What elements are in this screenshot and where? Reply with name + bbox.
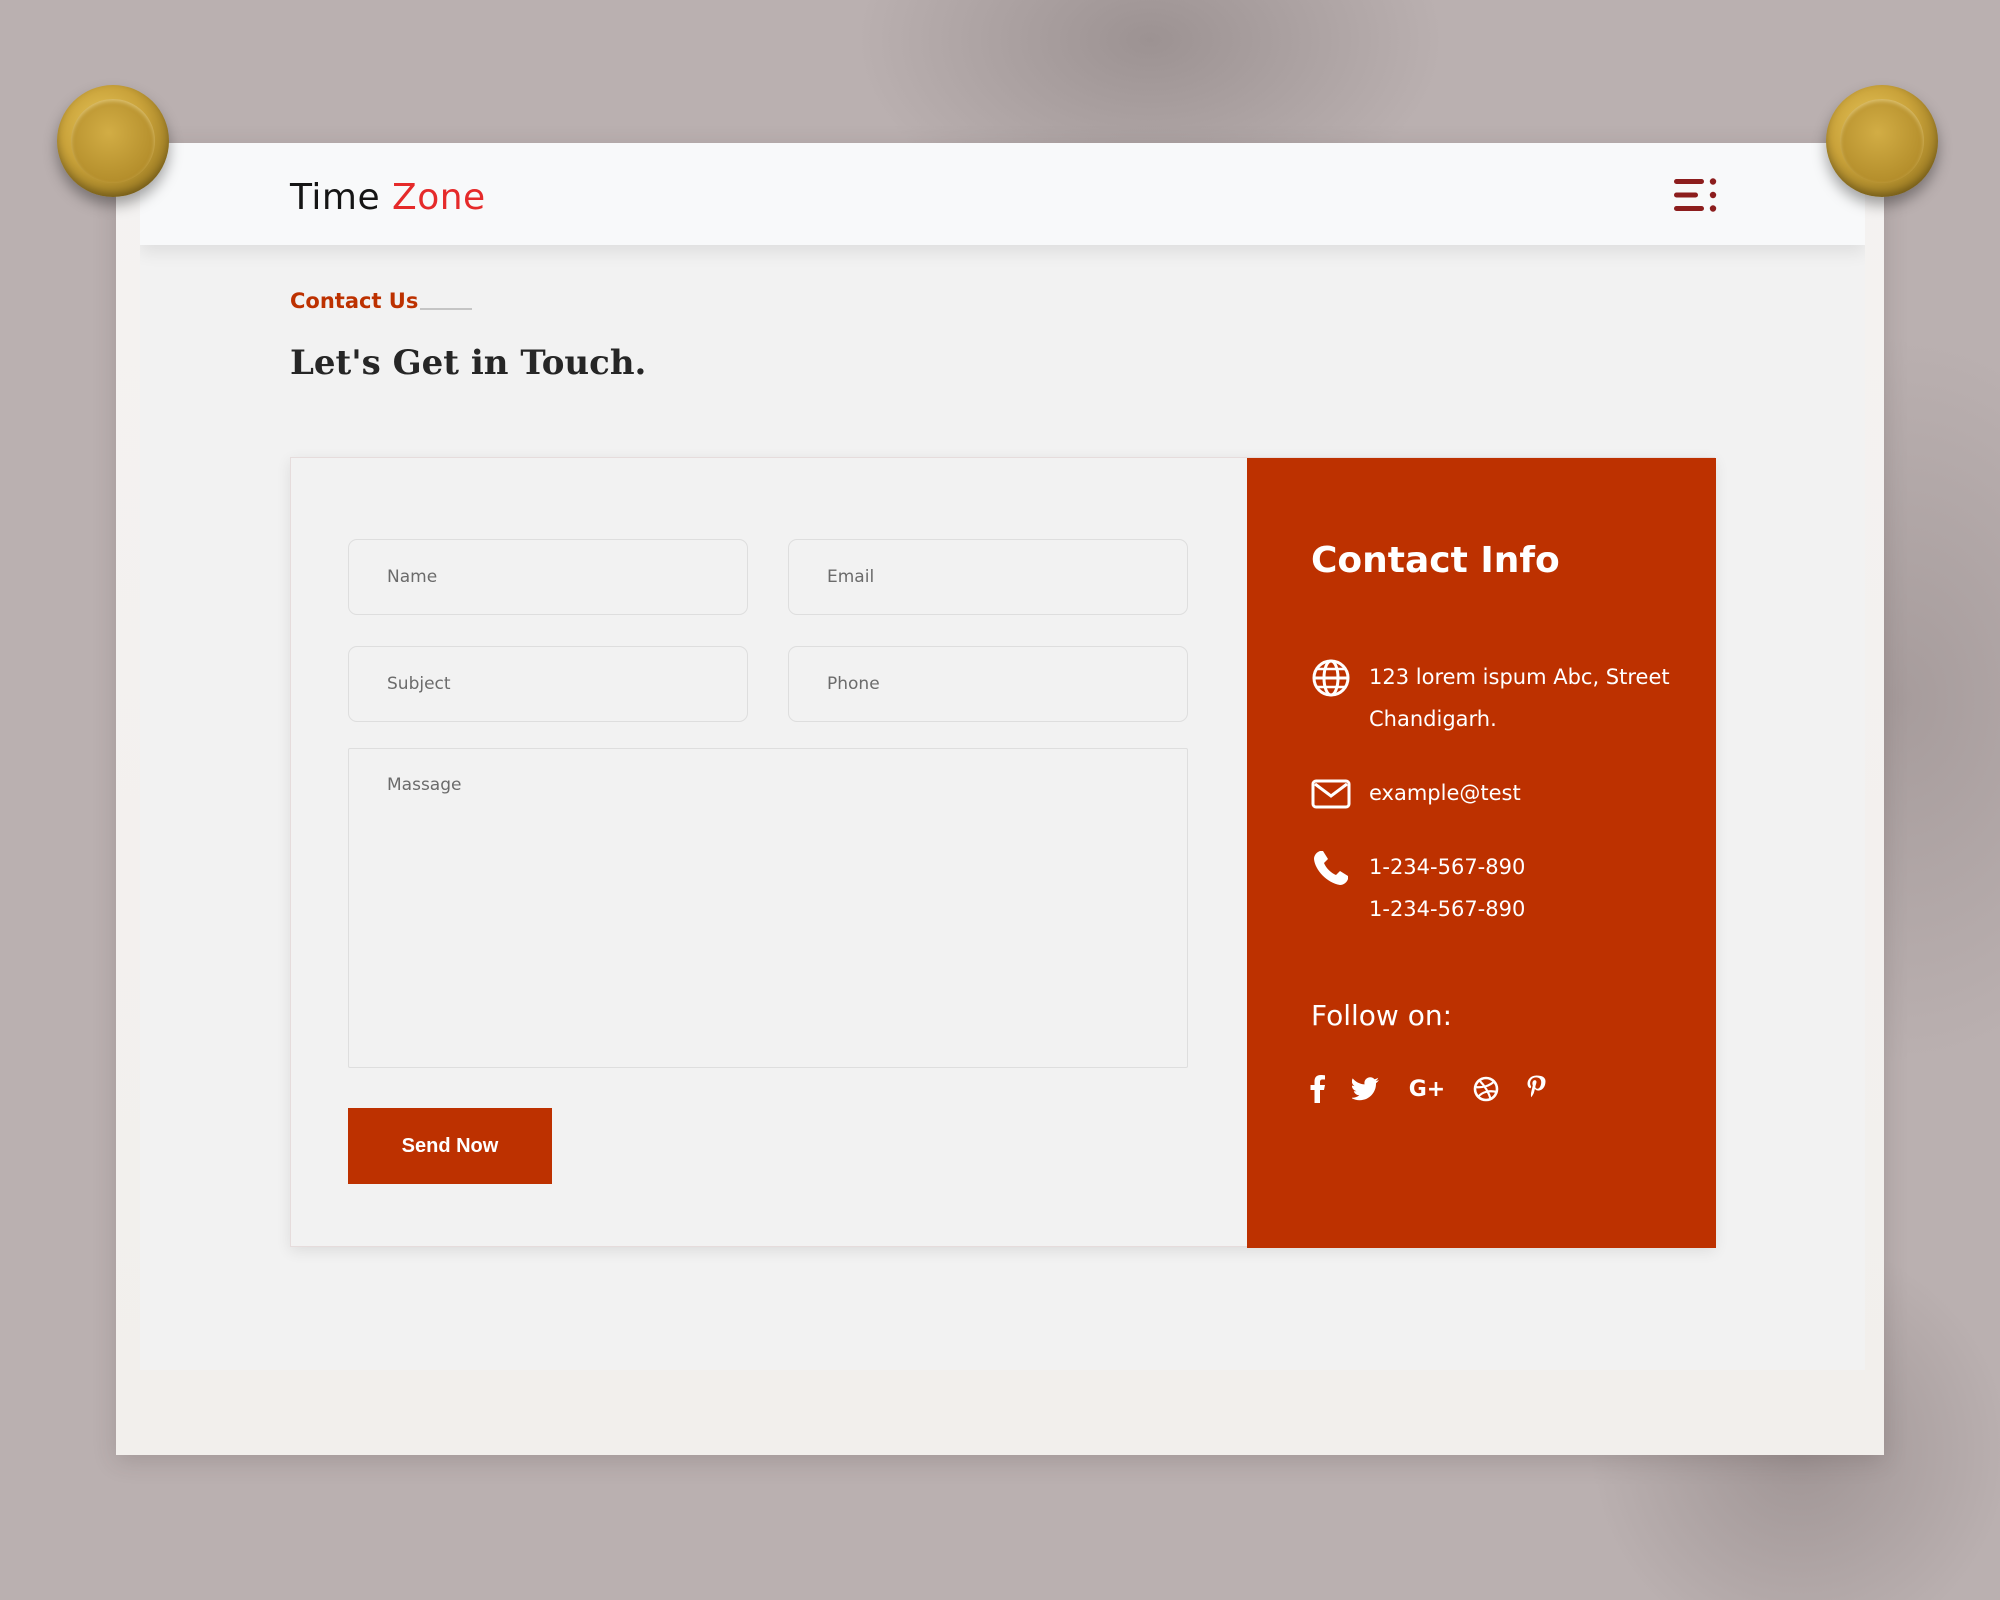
contact-info-panel: Contact Info 123 lorem ispum Abc, Street… bbox=[1247, 458, 1716, 1248]
envelope-icon bbox=[1311, 779, 1351, 809]
facebook-icon[interactable] bbox=[1307, 1072, 1329, 1106]
phone-text: 1-234-567-890 1-234-567-890 bbox=[1369, 846, 1525, 930]
email-text[interactable]: example@test bbox=[1369, 772, 1521, 814]
email-value[interactable]: example@test bbox=[1369, 772, 1521, 814]
phone-2[interactable]: 1-234-567-890 bbox=[1369, 888, 1525, 930]
contact-card: Send Now Contact Info 123 lorem ispum Ab… bbox=[290, 457, 1716, 1248]
phone-input[interactable] bbox=[788, 646, 1188, 722]
phone-1[interactable]: 1-234-567-890 bbox=[1369, 846, 1525, 888]
navbar: Time Zone bbox=[140, 143, 1865, 245]
gold-pin-left bbox=[57, 85, 169, 197]
message-textarea[interactable] bbox=[348, 748, 1188, 1068]
logo-word-time: Time bbox=[290, 177, 393, 218]
subject-input[interactable] bbox=[348, 646, 748, 722]
logo-word-zone: Zone bbox=[392, 177, 486, 218]
twitter-icon[interactable] bbox=[1351, 1072, 1381, 1106]
email-input[interactable] bbox=[788, 539, 1188, 615]
globe-icon bbox=[1312, 659, 1350, 697]
send-now-button[interactable]: Send Now bbox=[348, 1108, 552, 1184]
section-label: Contact Us bbox=[290, 289, 419, 313]
section-label-divider bbox=[420, 308, 472, 310]
pinterest-icon[interactable] bbox=[1523, 1072, 1549, 1106]
follow-on-title: Follow on: bbox=[1311, 999, 1453, 1032]
website-screen: Time Zone Contact Us Let's Get in Touch.… bbox=[140, 143, 1865, 1370]
address-text: 123 lorem ispum Abc, Street Chandigarh. bbox=[1369, 656, 1670, 740]
name-input[interactable] bbox=[348, 539, 748, 615]
address-line1: 123 lorem ispum Abc, Street bbox=[1369, 665, 1670, 689]
hamburger-menu-icon[interactable] bbox=[1674, 177, 1718, 213]
gold-pin-right bbox=[1826, 85, 1938, 197]
phone-icon bbox=[1314, 851, 1348, 885]
brand-logo[interactable]: Time Zone bbox=[290, 177, 486, 218]
google-plus-icon[interactable]: G+ bbox=[1407, 1072, 1447, 1106]
dribbble-icon[interactable] bbox=[1471, 1072, 1501, 1106]
page-title: Let's Get in Touch. bbox=[290, 343, 647, 383]
contact-info-title: Contact Info bbox=[1311, 540, 1560, 581]
address-line2: Chandigarh. bbox=[1369, 707, 1497, 731]
